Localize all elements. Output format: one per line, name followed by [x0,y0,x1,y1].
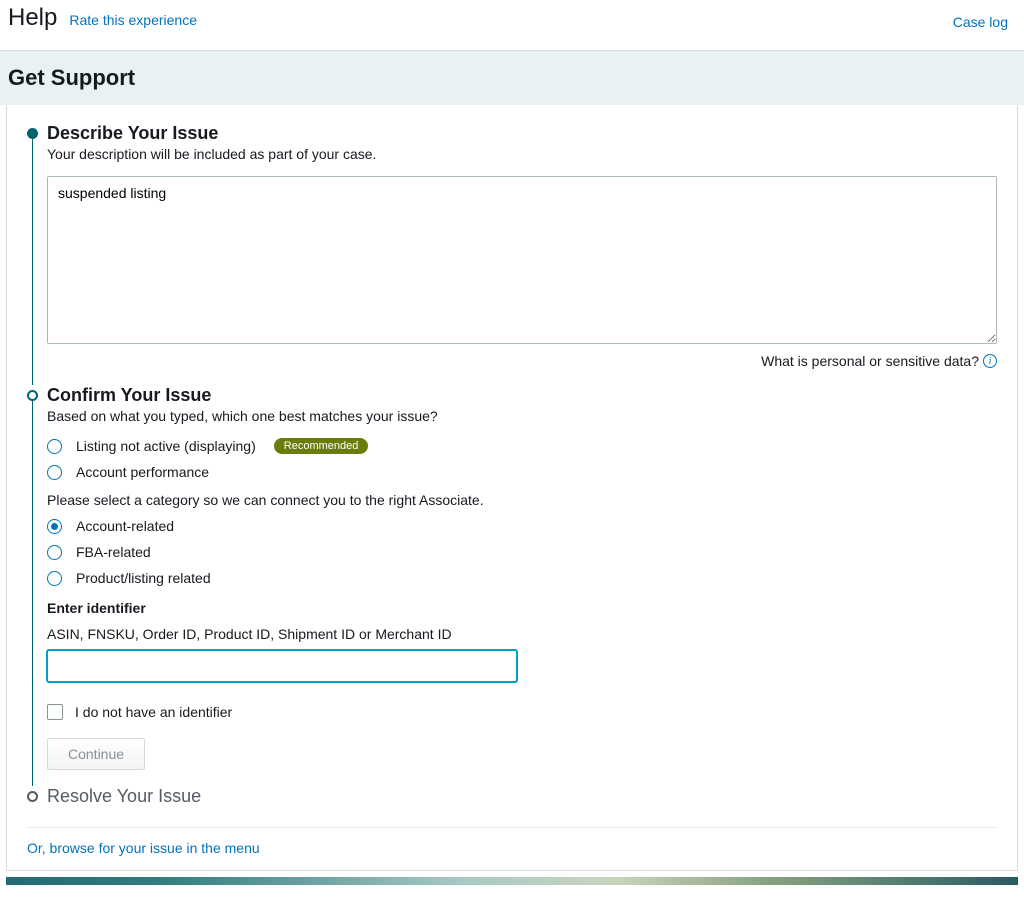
step1-subtitle: Your description will be included as par… [47,146,997,162]
step-marker-filled-icon [27,128,38,139]
step-marker-grey-icon [27,791,38,802]
category-options: Account-related FBA-related Product/listin… [47,518,997,586]
issue-textarea[interactable] [47,176,997,344]
decorative-footer-strip [6,877,1018,885]
steps: Describe Your Issue Your description wil… [27,123,997,807]
banner-title: Get Support [8,65,1016,91]
issue-match-label: Account performance [76,464,209,480]
step1-title: Describe Your Issue [47,123,997,144]
issue-match-radio[interactable] [47,439,62,454]
header-title: Help [8,4,57,32]
no-identifier-row: I do not have an identifier [47,704,997,720]
info-icon[interactable]: i [983,354,997,368]
sensitive-data-link[interactable]: What is personal or sensitive data? [761,353,979,369]
identifier-hint: ASIN, FNSKU, Order ID, Product ID, Shipm… [47,626,997,642]
issue-match-label: Listing not active (displaying) [76,438,256,454]
step2-subtitle: Based on what you typed, which one best … [47,408,997,424]
issue-match-row: Listing not active (displaying) Recommend… [47,438,997,454]
top-header: Help Rate this experience Case log [0,0,1024,51]
category-label: FBA-related [76,544,151,560]
step2-title: Confirm Your Issue [47,385,997,406]
step-confirm: Confirm Your Issue Based on what you typ… [27,385,997,770]
identifier-input[interactable] [47,650,517,682]
step-connector [32,135,33,385]
category-radio[interactable] [47,545,62,560]
case-log-link[interactable]: Case log [953,14,1008,30]
header-left: Help Rate this experience [8,4,197,32]
step-connector [32,397,33,786]
banner: Get Support [0,51,1024,105]
identifier-label: Enter identifier [47,600,997,616]
category-radio[interactable] [47,519,62,534]
footer-divider [27,827,997,828]
category-label: Product/listing related [76,570,211,586]
rate-experience-link[interactable]: Rate this experience [69,12,197,28]
category-radio[interactable] [47,571,62,586]
step3-title: Resolve Your Issue [47,786,997,807]
recommended-badge: Recommended [274,438,369,454]
step-describe: Describe Your Issue Your description wil… [27,123,997,369]
issue-match-options: Listing not active (displaying) Recommend… [47,438,997,480]
step-marker-open-icon [27,390,38,401]
browse-menu-link[interactable]: Or, browse for your issue in the menu [27,840,260,856]
main-panel: Describe Your Issue Your description wil… [6,105,1018,871]
sensitive-row: What is personal or sensitive data? i [47,353,997,369]
category-prompt: Please select a category so we can conne… [47,492,997,508]
category-row: FBA-related [47,544,997,560]
category-row: Account-related [47,518,997,534]
issue-match-row: Account performance [47,464,997,480]
category-row: Product/listing related [47,570,997,586]
issue-match-radio[interactable] [47,465,62,480]
continue-button[interactable]: Continue [47,738,145,770]
category-label: Account-related [76,518,174,534]
step-resolve: Resolve Your Issue [27,786,997,807]
no-identifier-checkbox[interactable] [47,704,63,720]
no-identifier-label: I do not have an identifier [75,704,232,720]
